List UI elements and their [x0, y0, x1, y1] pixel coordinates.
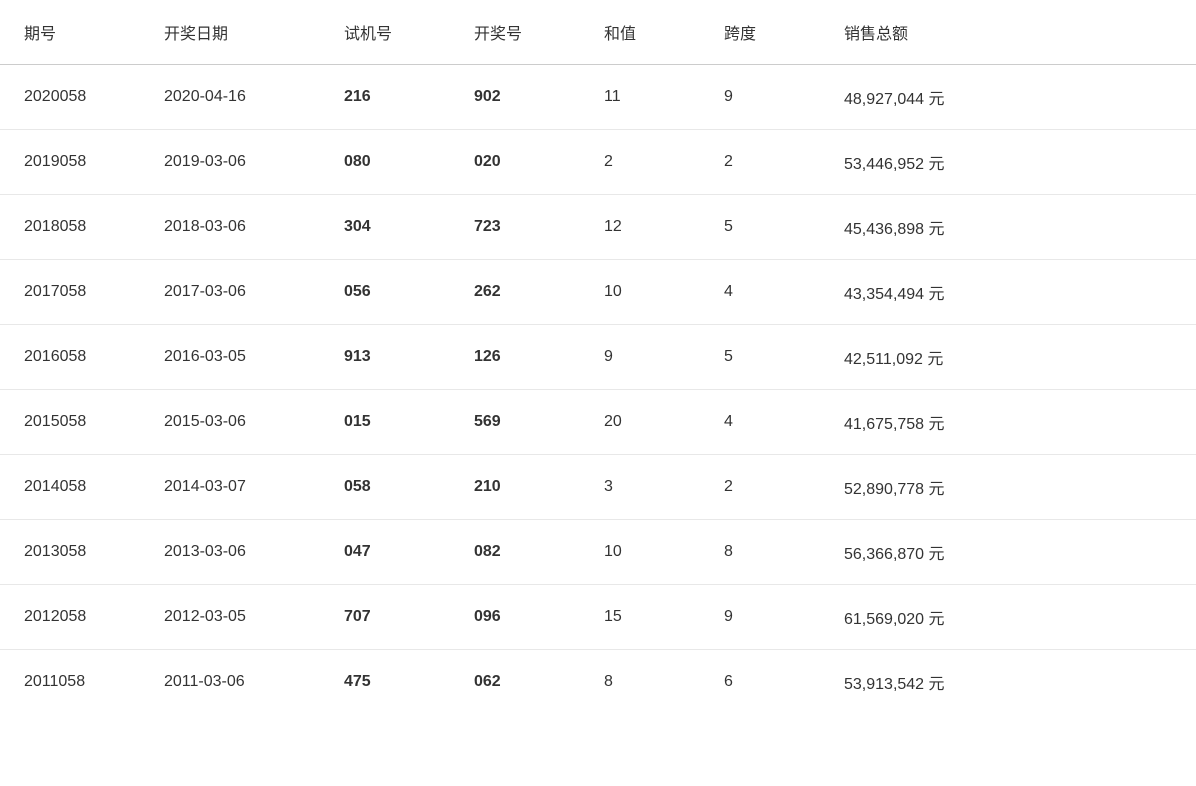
cell-sum: 10 [580, 520, 700, 585]
lottery-table: 期号 开奖日期 试机号 开奖号 和值 跨度 销售总额 20200582020-0… [0, 0, 1196, 714]
cell-winning: 210 [450, 455, 580, 520]
cell-trial: 056 [320, 260, 450, 325]
cell-sales: 48,927,044 元 [820, 65, 1196, 130]
table-row: 20140582014-03-070582103252,890,778 元 [0, 455, 1196, 520]
cell-span: 8 [700, 520, 820, 585]
cell-period: 2016058 [0, 325, 140, 390]
cell-sales: 43,354,494 元 [820, 260, 1196, 325]
main-container: 期号 开奖日期 试机号 开奖号 和值 跨度 销售总额 20200582020-0… [0, 0, 1196, 786]
table-row: 20110582011-03-064750628653,913,542 元 [0, 650, 1196, 715]
cell-winning: 569 [450, 390, 580, 455]
cell-winning: 126 [450, 325, 580, 390]
table-row: 20180582018-03-0630472312545,436,898 元 [0, 195, 1196, 260]
cell-trial: 058 [320, 455, 450, 520]
cell-date: 2017-03-06 [140, 260, 320, 325]
table-row: 20130582013-03-0604708210856,366,870 元 [0, 520, 1196, 585]
cell-span: 2 [700, 455, 820, 520]
cell-sales: 41,675,758 元 [820, 390, 1196, 455]
cell-date: 2016-03-05 [140, 325, 320, 390]
cell-period: 2020058 [0, 65, 140, 130]
cell-period: 2014058 [0, 455, 140, 520]
cell-date: 2019-03-06 [140, 130, 320, 195]
cell-sum: 15 [580, 585, 700, 650]
table-row: 20150582015-03-0601556920441,675,758 元 [0, 390, 1196, 455]
cell-trial: 707 [320, 585, 450, 650]
cell-period: 2017058 [0, 260, 140, 325]
cell-span: 9 [700, 585, 820, 650]
header-date: 开奖日期 [140, 0, 320, 65]
cell-sum: 12 [580, 195, 700, 260]
cell-period: 2011058 [0, 650, 140, 715]
table-row: 20160582016-03-059131269542,511,092 元 [0, 325, 1196, 390]
cell-date: 2011-03-06 [140, 650, 320, 715]
cell-span: 9 [700, 65, 820, 130]
cell-date: 2014-03-07 [140, 455, 320, 520]
cell-sum: 2 [580, 130, 700, 195]
table-header-row: 期号 开奖日期 试机号 开奖号 和值 跨度 销售总额 [0, 0, 1196, 65]
table-row: 20200582020-04-1621690211948,927,044 元 [0, 65, 1196, 130]
cell-date: 2013-03-06 [140, 520, 320, 585]
cell-date: 2012-03-05 [140, 585, 320, 650]
cell-sales: 45,436,898 元 [820, 195, 1196, 260]
cell-span: 2 [700, 130, 820, 195]
cell-period: 2019058 [0, 130, 140, 195]
cell-period: 2012058 [0, 585, 140, 650]
cell-sales: 53,913,542 元 [820, 650, 1196, 715]
cell-winning: 020 [450, 130, 580, 195]
cell-trial: 304 [320, 195, 450, 260]
cell-winning: 062 [450, 650, 580, 715]
cell-sum: 8 [580, 650, 700, 715]
cell-trial: 015 [320, 390, 450, 455]
cell-span: 4 [700, 260, 820, 325]
cell-winning: 082 [450, 520, 580, 585]
cell-winning: 902 [450, 65, 580, 130]
cell-sum: 9 [580, 325, 700, 390]
cell-trial: 475 [320, 650, 450, 715]
header-span: 跨度 [700, 0, 820, 65]
cell-sales: 61,569,020 元 [820, 585, 1196, 650]
cell-period: 2013058 [0, 520, 140, 585]
header-trial: 试机号 [320, 0, 450, 65]
cell-sum: 3 [580, 455, 700, 520]
cell-date: 2015-03-06 [140, 390, 320, 455]
table-row: 20190582019-03-060800202253,446,952 元 [0, 130, 1196, 195]
cell-span: 4 [700, 390, 820, 455]
table-row: 20170582017-03-0605626210443,354,494 元 [0, 260, 1196, 325]
header-sales: 销售总额 [820, 0, 1196, 65]
cell-sum: 10 [580, 260, 700, 325]
cell-date: 2020-04-16 [140, 65, 320, 130]
cell-span: 6 [700, 650, 820, 715]
cell-trial: 080 [320, 130, 450, 195]
cell-trial: 913 [320, 325, 450, 390]
cell-trial: 216 [320, 65, 450, 130]
cell-sum: 11 [580, 65, 700, 130]
cell-period: 2015058 [0, 390, 140, 455]
table-row: 20120582012-03-0570709615961,569,020 元 [0, 585, 1196, 650]
header-winning: 开奖号 [450, 0, 580, 65]
header-period: 期号 [0, 0, 140, 65]
cell-winning: 262 [450, 260, 580, 325]
cell-sum: 20 [580, 390, 700, 455]
cell-span: 5 [700, 325, 820, 390]
cell-trial: 047 [320, 520, 450, 585]
cell-sales: 53,446,952 元 [820, 130, 1196, 195]
cell-period: 2018058 [0, 195, 140, 260]
cell-sales: 42,511,092 元 [820, 325, 1196, 390]
cell-span: 5 [700, 195, 820, 260]
header-sum: 和值 [580, 0, 700, 65]
cell-sales: 52,890,778 元 [820, 455, 1196, 520]
cell-winning: 723 [450, 195, 580, 260]
cell-winning: 096 [450, 585, 580, 650]
cell-date: 2018-03-06 [140, 195, 320, 260]
cell-sales: 56,366,870 元 [820, 520, 1196, 585]
